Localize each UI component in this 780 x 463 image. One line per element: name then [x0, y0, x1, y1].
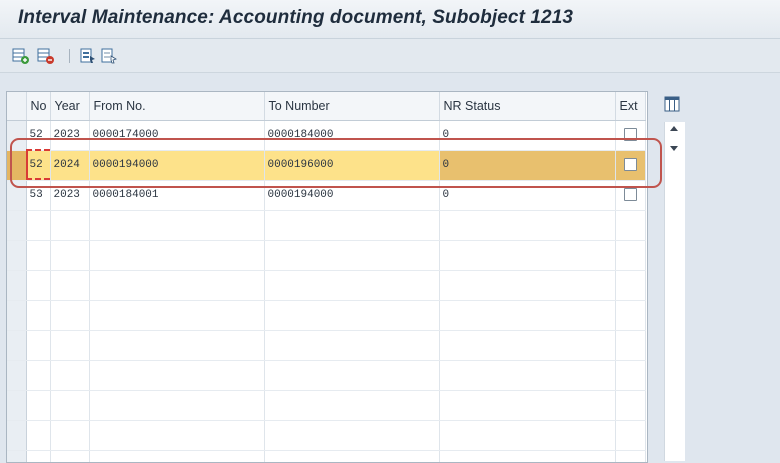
- cell-ext: [615, 150, 646, 181]
- cell-from[interactable]: 0000174000: [89, 120, 265, 151]
- row-selector[interactable]: [7, 180, 27, 211]
- cell-status[interactable]: 0: [439, 180, 616, 211]
- empty-row: [7, 420, 646, 451]
- empty-row: [7, 270, 646, 301]
- row-selector[interactable]: [7, 420, 27, 451]
- interval-table: No Year From No. To Number NR Status Ext…: [6, 91, 648, 463]
- window-title: Interval Maintenance: Accounting documen…: [18, 7, 574, 28]
- cell-no[interactable]: 52: [26, 150, 51, 181]
- table-header: No Year From No. To Number NR Status Ext: [7, 92, 646, 121]
- cell-to[interactable]: 0000184000: [264, 120, 440, 151]
- cell-to[interactable]: 0000194000: [264, 180, 440, 211]
- empty-row: [7, 300, 646, 331]
- table-row: 52 2023 0000174000 0000184000 0: [7, 120, 646, 151]
- deselect-all-icon[interactable]: [100, 47, 118, 65]
- empty-row: [7, 390, 646, 421]
- empty-row: [7, 360, 646, 391]
- column-header-year[interactable]: Year: [50, 92, 90, 121]
- delete-row-icon[interactable]: [37, 47, 55, 65]
- row-selector[interactable]: [7, 270, 27, 301]
- scroll-up-icon[interactable]: [670, 126, 678, 131]
- insert-row-icon[interactable]: [12, 47, 30, 65]
- empty-row: [7, 210, 646, 241]
- cell-year[interactable]: 2023: [50, 180, 90, 211]
- row-selector[interactable]: [7, 240, 27, 271]
- cell-to[interactable]: 0000196000: [264, 150, 440, 181]
- cell-no[interactable]: 53: [26, 180, 51, 211]
- toolbar-separator: [69, 49, 70, 63]
- cell-status[interactable]: 0: [439, 150, 616, 181]
- cell-status[interactable]: 0: [439, 120, 616, 151]
- column-header-to[interactable]: To Number: [264, 92, 440, 121]
- row-selector[interactable]: [7, 360, 27, 391]
- ext-checkbox[interactable]: [623, 158, 637, 172]
- column-header-no[interactable]: No: [26, 92, 51, 121]
- row-selector[interactable]: [7, 300, 27, 331]
- table-row: 53 2023 0000184001 0000194000 0: [7, 180, 646, 211]
- ext-checkbox[interactable]: [623, 188, 637, 202]
- empty-row: [7, 330, 646, 361]
- column-header-status[interactable]: NR Status: [439, 92, 616, 121]
- select-all-icon[interactable]: [79, 47, 97, 65]
- table-row-selected: 52 2024 0000194000 0000196000 0: [7, 150, 646, 181]
- row-selector[interactable]: [7, 120, 27, 151]
- title-bar: Interval Maintenance: Accounting documen…: [0, 0, 780, 39]
- row-selector[interactable]: [7, 330, 27, 361]
- empty-row: [7, 450, 646, 462]
- cell-year[interactable]: 2024: [50, 150, 90, 181]
- row-selector[interactable]: [7, 390, 27, 421]
- row-selector[interactable]: [7, 150, 27, 181]
- scroll-down-icon[interactable]: [670, 146, 678, 151]
- row-selector[interactable]: [7, 210, 27, 241]
- toolbar: [0, 39, 780, 73]
- column-header-ext[interactable]: Ext: [615, 92, 646, 121]
- cell-year[interactable]: 2023: [50, 120, 90, 151]
- cell-no[interactable]: 52: [26, 120, 51, 151]
- cell-from[interactable]: 0000194000: [89, 150, 265, 181]
- column-header-from[interactable]: From No.: [89, 92, 265, 121]
- cell-ext: [615, 120, 646, 151]
- vertical-scrollbar[interactable]: [664, 122, 685, 461]
- ext-checkbox[interactable]: [623, 128, 637, 142]
- row-selector[interactable]: [7, 450, 27, 462]
- cell-ext: [615, 180, 646, 211]
- empty-row: [7, 240, 646, 271]
- select-all-column[interactable]: [7, 92, 27, 121]
- cell-from[interactable]: 0000184001: [89, 180, 265, 211]
- table-settings-icon[interactable]: [664, 96, 680, 112]
